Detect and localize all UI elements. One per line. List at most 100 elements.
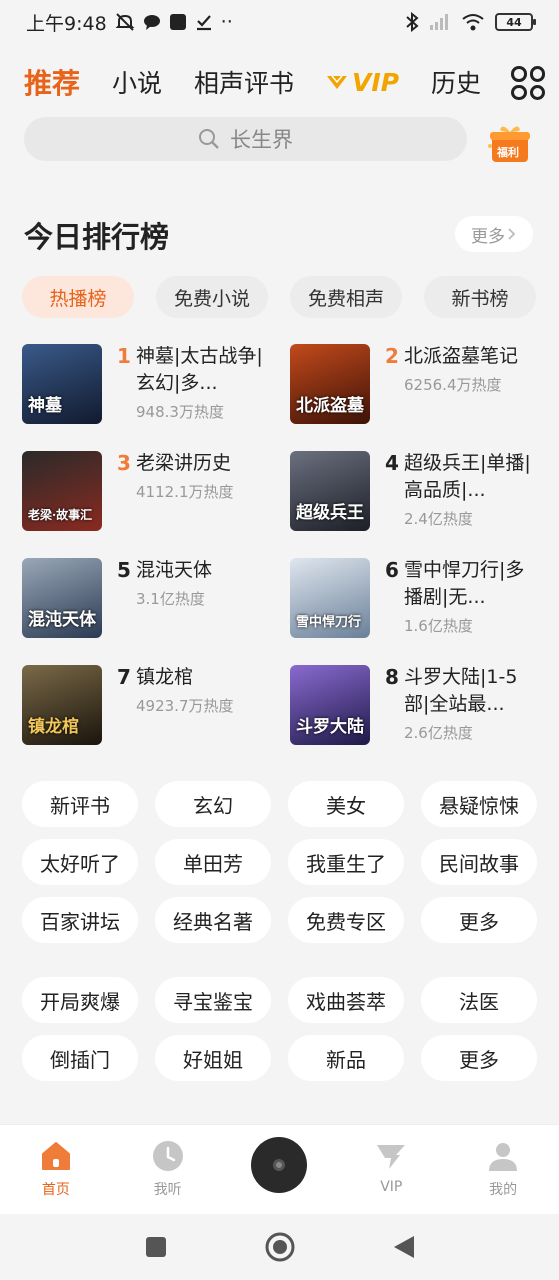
tag-item[interactable]: 百家讲坛 — [22, 897, 138, 943]
tab-recommend[interactable]: 推荐 — [24, 62, 80, 102]
chip-new-books[interactable]: 新书榜 — [424, 276, 536, 318]
cover-title: 雪中悍刀行 — [296, 615, 362, 630]
tag-item[interactable]: 好姐姐 — [155, 1035, 271, 1081]
ranking-chips: 热播榜 免费小说 免费相声 新书榜 — [22, 276, 537, 318]
ranking-more-button[interactable]: 更多 — [455, 216, 533, 252]
rank-number: 6 — [385, 558, 399, 582]
recents-icon[interactable] — [144, 1235, 168, 1259]
rank-number: 7 — [117, 665, 131, 689]
profile-icon — [489, 1143, 518, 1171]
grid-dot-icon — [511, 66, 527, 82]
chip-free-crosstalk[interactable]: 免费相声 — [290, 276, 402, 318]
top-tab-bar: 推荐 小说 相声评书 VIP 历史 — [0, 56, 559, 108]
tab-crosstalk[interactable]: 相声评书 — [194, 64, 294, 100]
rank-number: 5 — [117, 558, 131, 582]
cover-title: 镇龙棺 — [28, 717, 79, 737]
tag-item[interactable]: 经典名著 — [155, 897, 271, 943]
home-icon — [41, 1142, 70, 1170]
grid-dot-icon — [529, 84, 545, 100]
status-time: 上午9:48 — [26, 12, 107, 35]
signal-icon — [430, 14, 448, 30]
list-item[interactable]: 神墓 1 神墓|太古战争|玄幻|多... 948.3万热度 — [22, 344, 272, 428]
book-cover: 北派盗墓 — [290, 344, 370, 424]
tag-item[interactable]: 戏曲荟萃 — [288, 977, 404, 1023]
ranking-title: 今日排行榜 — [24, 220, 170, 254]
chip-free-novel[interactable]: 免费小说 — [156, 276, 268, 318]
rank-number: 3 — [117, 451, 131, 475]
tag-item[interactable]: 新评书 — [22, 781, 138, 827]
tag-more-button[interactable]: 更多 — [421, 1035, 537, 1081]
status-bar: 上午9:48 ·· 44 — [0, 0, 559, 44]
tag-item[interactable]: 悬疑惊悚 — [421, 781, 537, 827]
home-circle-icon[interactable] — [264, 1231, 296, 1263]
category-tags-primary: 新评书 玄幻 美女 悬疑惊悚 太好听了 单田芳 我重生了 民间故事 百家讲坛 经… — [22, 781, 537, 943]
nav-vip[interactable]: VIP — [335, 1125, 447, 1214]
chevron-right-icon — [508, 228, 516, 240]
book-cover: 混沌天体 — [22, 558, 102, 638]
back-icon[interactable] — [392, 1234, 416, 1260]
book-heat: 3.1亿热度 — [136, 590, 205, 608]
cover-title: 老梁·故事汇 — [28, 508, 93, 522]
list-item[interactable]: 超级兵王 4 超级兵王|单播|高品质|... 2.4亿热度 — [290, 451, 540, 535]
rank-number: 8 — [385, 665, 399, 689]
cover-title: 北派盗墓 — [296, 396, 364, 416]
tag-more-button[interactable]: 更多 — [421, 897, 537, 943]
rank-number: 2 — [385, 344, 399, 368]
tag-item[interactable]: 倒插门 — [22, 1035, 138, 1081]
tag-item[interactable]: 太好听了 — [22, 839, 138, 885]
chat-icon — [143, 15, 160, 30]
tag-item[interactable]: 寻宝鉴宝 — [155, 977, 271, 1023]
list-item[interactable]: 北派盗墓 2 北派盗墓笔记 6256.4万热度 — [290, 344, 540, 428]
book-title: 镇龙棺 — [136, 666, 194, 688]
tab-novel[interactable]: 小说 — [112, 64, 162, 100]
disc-icon — [251, 1137, 308, 1193]
book-cover: 斗罗大陆 — [290, 665, 370, 745]
chip-hot[interactable]: 热播榜 — [22, 276, 134, 318]
tag-item[interactable]: 民间故事 — [421, 839, 537, 885]
battery-indicator: 44 — [495, 13, 536, 31]
search-input[interactable]: 长生界 — [24, 117, 467, 161]
tag-item[interactable]: 美女 — [288, 781, 404, 827]
tag-item[interactable]: 开局爽爆 — [22, 977, 138, 1023]
nav-profile-label: 我的 — [489, 1182, 518, 1198]
nav-listened[interactable]: 我听 — [112, 1125, 224, 1214]
rank-number: 4 — [385, 451, 399, 475]
list-item[interactable]: 老梁·故事汇 3 老梁讲历史 4112.1万热度 — [22, 451, 272, 535]
tag-item[interactable]: 单田芳 — [155, 839, 271, 885]
nav-player[interactable] — [224, 1125, 336, 1214]
cover-title: 斗罗大陆 — [296, 717, 364, 737]
system-navigation-bar — [0, 1214, 559, 1280]
list-item[interactable]: 斗罗大陆 8 斗罗大陆|1-5部|全站最... 2.6亿热度 — [290, 665, 540, 749]
tag-item[interactable]: 玄幻 — [155, 781, 271, 827]
book-heat: 4112.1万热度 — [136, 483, 234, 501]
list-item[interactable]: 镇龙棺 7 镇龙棺 4923.7万热度 — [22, 665, 272, 749]
tab-vip[interactable]: VIP — [326, 68, 399, 97]
list-item[interactable]: 雪中悍刀行 6 雪中悍刀行|多播剧|无... 1.6亿热度 — [290, 558, 540, 642]
vip-diamond-icon — [327, 75, 348, 89]
tab-history[interactable]: 历史 — [431, 64, 481, 100]
book-title: 混沌天体 — [136, 559, 213, 581]
download-done-icon — [196, 15, 211, 31]
book-cover: 老梁·故事汇 — [22, 451, 102, 531]
bluetooth-icon — [406, 12, 419, 32]
category-tags-secondary: 开局爽爆 寻宝鉴宝 戏曲荟萃 法医 倒插门 好姐姐 新品 更多 — [22, 977, 537, 1081]
tag-item[interactable]: 免费专区 — [288, 897, 404, 943]
ranking-more-label: 更多 — [471, 226, 505, 247]
book-title: 北派盗墓笔记 — [404, 345, 519, 367]
muted-bell-icon — [115, 13, 135, 31]
all-categories-button[interactable] — [511, 66, 545, 100]
list-item[interactable]: 混沌天体 5 混沌天体 3.1亿热度 — [22, 558, 272, 642]
nav-home[interactable]: 首页 — [0, 1125, 112, 1214]
tab-vip-label: VIP — [352, 67, 400, 97]
gift-label: 福利 — [497, 146, 519, 159]
tag-item[interactable]: 法医 — [421, 977, 537, 1023]
nav-profile[interactable]: 我的 — [447, 1125, 559, 1214]
book-heat: 948.3万热度 — [136, 403, 224, 421]
tag-item[interactable]: 我重生了 — [288, 839, 404, 885]
book-heat: 2.4亿热度 — [404, 510, 473, 528]
book-title: 超级兵王|单播|高品质|... — [404, 452, 531, 501]
search-placeholder: 长生界 — [230, 128, 293, 152]
search-icon — [199, 129, 219, 149]
tag-item[interactable]: 新品 — [288, 1035, 404, 1081]
book-cover: 镇龙棺 — [22, 665, 102, 745]
